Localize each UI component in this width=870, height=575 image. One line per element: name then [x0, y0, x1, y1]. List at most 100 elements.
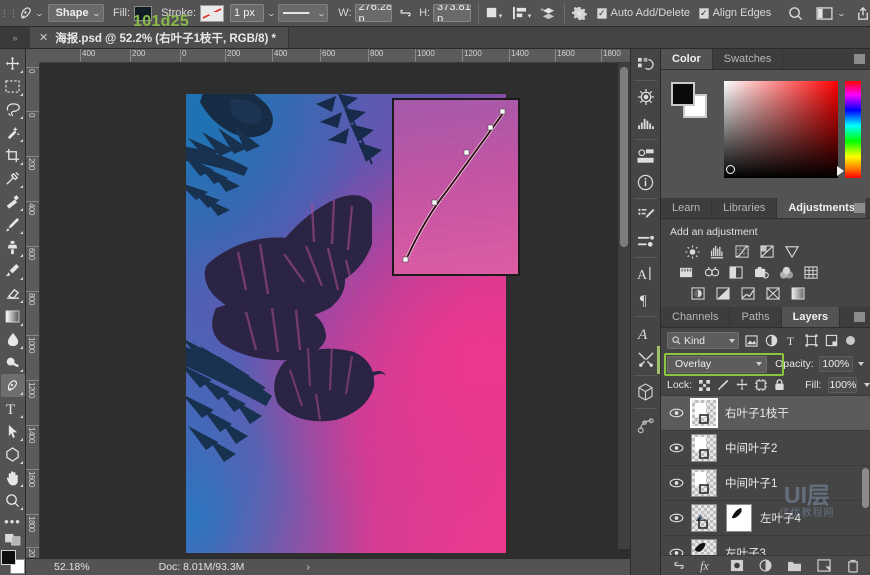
gradient-map-icon[interactable]: [790, 286, 807, 301]
layer-thumbnail[interactable]: [691, 434, 717, 462]
brushes-rail-icon[interactable]: [631, 228, 660, 254]
link-layers-icon[interactable]: [671, 558, 687, 573]
channel-mixer-icon[interactable]: [778, 265, 795, 280]
search-icon[interactable]: [788, 6, 803, 21]
blur-tool[interactable]: [1, 328, 25, 351]
color-panel-foreground-swatch[interactable]: [671, 82, 695, 106]
invert-icon[interactable]: [690, 286, 707, 301]
eraser-tool[interactable]: [1, 282, 25, 305]
status-expand-arrow[interactable]: ›: [306, 562, 309, 573]
lock-all-padlock-icon[interactable]: [774, 379, 785, 392]
table-row[interactable]: 中间叶子2: [661, 431, 870, 466]
character-rail-icon[interactable]: A: [631, 261, 660, 287]
table-row[interactable]: 右叶子1枝干: [661, 396, 870, 431]
glyphs-rail-icon[interactable]: A: [631, 320, 660, 346]
photo-filter-icon[interactable]: [753, 265, 770, 280]
type-tool[interactable]: T: [1, 397, 25, 420]
color-lookup-grid-icon[interactable]: [803, 265, 820, 280]
vertical-scroll-thumb[interactable]: [620, 67, 628, 247]
eye-icon[interactable]: [665, 478, 687, 488]
foreground-color-swatch[interactable]: [1, 550, 16, 565]
align-edges-checkbox[interactable]: ✓: [699, 8, 709, 19]
black-white-icon[interactable]: [728, 265, 745, 280]
eye-icon[interactable]: [665, 408, 687, 418]
share-icon[interactable]: [856, 6, 870, 21]
tab-channels[interactable]: Channels: [661, 307, 730, 327]
levels-icon[interactable]: [709, 244, 726, 259]
opacity-field[interactable]: 100%: [819, 356, 853, 372]
quick-mask-icon[interactable]: [2, 532, 24, 546]
crop-tool[interactable]: [1, 144, 25, 167]
tab-libraries[interactable]: Libraries: [712, 198, 777, 218]
workspace-caret[interactable]: ⌄: [837, 9, 846, 18]
history-rail-icon[interactable]: [631, 51, 660, 77]
shape-tool[interactable]: [1, 443, 25, 466]
brush-settings-rail-icon[interactable]: [631, 202, 660, 228]
vibrance-triangle-icon[interactable]: [784, 244, 801, 259]
height-field[interactable]: 373.81 p: [433, 4, 471, 22]
eyedropper-tool[interactable]: [1, 167, 25, 190]
eye-icon[interactable]: [665, 443, 687, 453]
lock-position-icon[interactable]: [736, 379, 748, 392]
filter-smart-object-icon[interactable]: [824, 333, 839, 348]
move-tool[interactable]: [1, 52, 25, 75]
hue-slider-handle[interactable]: [837, 166, 844, 176]
clone-stamp-tool[interactable]: [1, 236, 25, 259]
dodge-tool[interactable]: [1, 351, 25, 374]
path-arrangement-icon[interactable]: +: [540, 6, 557, 21]
panel-menu-icon[interactable]: [854, 312, 865, 322]
panel-menu-icon[interactable]: [854, 54, 865, 64]
tool-preset-caret[interactable]: ⌄: [35, 9, 44, 18]
brush-tool[interactable]: [1, 213, 25, 236]
properties-rail-icon[interactable]: [631, 143, 660, 169]
filter-shape-icon[interactable]: [804, 333, 819, 348]
link-wh-icon[interactable]: [397, 8, 414, 18]
tab-swatches[interactable]: Swatches: [713, 49, 784, 69]
foreground-background-colors[interactable]: [1, 550, 25, 574]
pen-tool-icon[interactable]: [16, 2, 36, 24]
new-group-folder-icon[interactable]: [787, 558, 803, 573]
layer-thumbnail[interactable]: [691, 469, 717, 497]
panel-expand-icon[interactable]: »: [0, 27, 30, 48]
hand-tool[interactable]: [1, 466, 25, 489]
lasso-tool[interactable]: [1, 98, 25, 121]
cube-3d-rail-icon[interactable]: [631, 379, 660, 405]
posterize-icon[interactable]: [715, 286, 732, 301]
stroke-width-field[interactable]: 1 px: [230, 4, 264, 22]
fill-caret-icon[interactable]: [864, 383, 870, 387]
curves-grid-icon[interactable]: [734, 244, 751, 259]
histogram-rail-icon[interactable]: [631, 110, 660, 136]
filter-toggle-switch[interactable]: [846, 336, 855, 345]
filter-type-icon[interactable]: T: [784, 333, 799, 348]
gradient-tool[interactable]: [1, 305, 25, 328]
zoom-tool[interactable]: [1, 489, 25, 512]
color-balance-icon[interactable]: [703, 265, 720, 280]
tool-presets-rail-icon[interactable]: [631, 346, 660, 372]
table-row[interactable]: ⛓ 左叶子4: [661, 501, 870, 536]
table-row[interactable]: 中间叶子1: [661, 466, 870, 501]
layer-kind-select[interactable]: Kind: [667, 332, 739, 349]
pen-tool[interactable]: [1, 374, 25, 397]
hue-slider[interactable]: [845, 81, 861, 178]
blend-mode-select[interactable]: Overlay: [667, 356, 767, 373]
new-adjustment-icon[interactable]: [758, 558, 774, 573]
color-field[interactable]: [724, 81, 838, 178]
tab-learn[interactable]: Learn: [661, 198, 712, 218]
layer-mask-thumbnail[interactable]: [726, 504, 752, 532]
stroke-color-swatch[interactable]: [200, 5, 224, 22]
color-field-picker[interactable]: [726, 165, 735, 174]
fx-icon[interactable]: fx: [700, 558, 716, 573]
layer-thumbnail[interactable]: [691, 399, 717, 427]
delete-layer-trash-icon[interactable]: [845, 558, 861, 573]
tab-color[interactable]: Color: [661, 49, 713, 69]
tab-layers[interactable]: Layers: [782, 307, 840, 327]
gear-icon[interactable]: [572, 6, 587, 21]
width-field[interactable]: 276.28 p: [355, 4, 393, 22]
filter-adjustment-icon[interactable]: [764, 333, 779, 348]
quick-selection-tool[interactable]: [1, 121, 25, 144]
layer-mask-link-icon[interactable]: ⛓: [698, 511, 711, 522]
panel-menu-icon[interactable]: [854, 203, 865, 213]
lock-transparent-pixels-icon[interactable]: [699, 379, 710, 392]
vertical-scrollbar[interactable]: [618, 63, 630, 549]
workspace-icon[interactable]: [816, 7, 833, 20]
